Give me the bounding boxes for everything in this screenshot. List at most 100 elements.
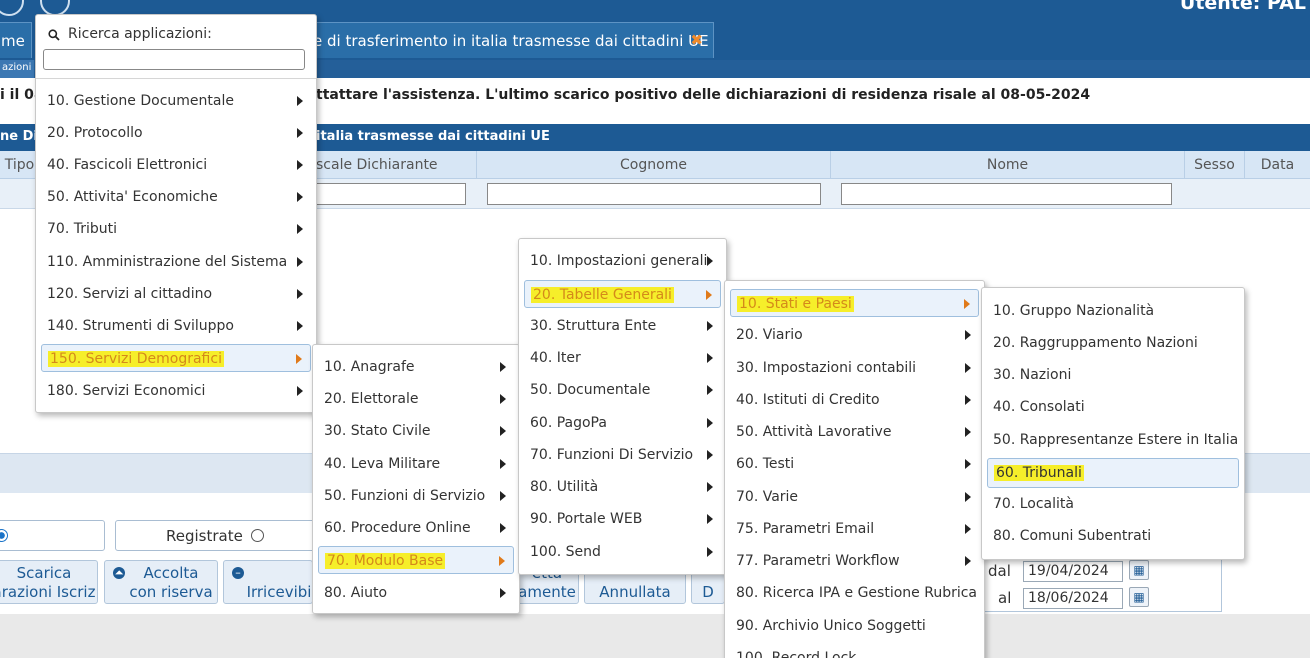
menu-item-label: 40. Iter (530, 350, 581, 366)
close-tab-icon[interactable]: ✖ (690, 31, 703, 49)
tab-home-label: me (1, 32, 25, 50)
radio-unselected-icon[interactable] (251, 529, 264, 542)
date-from-input[interactable]: 19/04/2024 (1023, 561, 1123, 582)
menu-item-iter[interactable]: 40. Iter (524, 344, 721, 372)
menu-item-protocollo[interactable]: 20. Protocollo (41, 119, 311, 147)
submenu-arrow-icon (297, 321, 303, 331)
menu-item-label: 70. Funzioni Di Servizio (530, 447, 694, 463)
filter-nome-input[interactable] (841, 183, 1172, 205)
menu-item-comuni-subentrati[interactable]: 80. Comuni Subentrati (987, 522, 1239, 550)
radio-option-registrate[interactable]: Registrate (115, 520, 325, 551)
date-to-input[interactable]: 18/06/2024 (1023, 588, 1123, 609)
menu-item-impostazioni-generali[interactable]: 10. Impostazioni generali (524, 247, 721, 275)
submenu-arrow-icon (707, 514, 713, 524)
grid-caption-right: italia trasmesse dai cittadini UE (316, 129, 550, 144)
menu-item-servizi-economici[interactable]: 180. Servizi Economici (41, 377, 311, 405)
radio-selected-icon[interactable] (0, 529, 8, 542)
menu-item-raggruppamento-nazioni[interactable]: 20. Raggruppamento Nazioni (987, 329, 1239, 357)
menu-item-label: 150. Servizi Demografici (48, 351, 224, 367)
menu-item-label: 70. Modulo Base (325, 553, 446, 569)
menu-item-aiuto[interactable]: 80. Aiuto (318, 579, 514, 607)
col-cognome[interactable]: Cognome (477, 151, 831, 179)
menu-item-attivita-economiche[interactable]: 50. Attivita' Economiche (41, 183, 311, 211)
menu-item-label: 70. Località (993, 496, 1074, 512)
menu-item-documentale[interactable]: 50. Documentale (524, 376, 721, 404)
menu-item-archivio-unico-soggetti[interactable]: 90. Archivio Unico Soggetti (730, 612, 979, 640)
menu-item-servizi-demografici[interactable]: 150. Servizi Demografici (41, 344, 311, 372)
menu-item-modulo-base[interactable]: 70. Modulo Base (318, 546, 514, 574)
menu-item-label: 110. Amministrazione del Sistema (47, 254, 288, 270)
calendar-icon[interactable]: ▦ (1129, 587, 1149, 607)
search-input[interactable] (43, 49, 305, 70)
menu-item-impostazioni-contabili[interactable]: 30. Impostazioni contabili (730, 354, 979, 382)
breadcrumb[interactable]: azioni (0, 60, 34, 78)
menu-item-istituti-credito[interactable]: 40. Istituti di Credito (730, 386, 979, 414)
menu-item-servizi-cittadino[interactable]: 120. Servizi al cittadino (41, 280, 311, 308)
menu-item-localita[interactable]: 70. Località (987, 490, 1239, 518)
menu-item-anagrafe[interactable]: 10. Anagrafe (318, 353, 514, 381)
menu-item-label: 10. Gestione Documentale (47, 93, 234, 109)
col-tipo[interactable]: Tipo (0, 151, 40, 179)
menu-item-struttura-ente[interactable]: 30. Struttura Ente (524, 312, 721, 340)
tab-home[interactable]: me (0, 22, 32, 58)
radio-option-all[interactable] (0, 520, 105, 551)
accolta-con-riserva-button[interactable]: ⏶ Accolta con riserva (104, 560, 218, 604)
menu-item-ricerca-ipa[interactable]: 80. Ricerca IPA e Gestione Rubrica (730, 579, 979, 607)
menu-item-label: 30. Stato Civile (324, 423, 431, 439)
menu-item-label: 90. Portale WEB (530, 511, 643, 527)
menu-item-funzioni-di-servizio[interactable]: 70. Funzioni Di Servizio (524, 441, 721, 469)
menu-item-tribunali[interactable]: 60. Tribunali (987, 458, 1239, 488)
menu-item-testi[interactable]: 60. Testi (730, 450, 979, 478)
tab-dichiarazioni-trasferimento[interactable]: e di trasferimento in italia trasmesse d… (300, 22, 714, 58)
menu-item-pagopa[interactable]: 60. PagoPa (524, 409, 721, 437)
submenu-arrow-icon (297, 289, 303, 299)
notice-right-text: ttattare l'assistenza. L'ultimo scarico … (316, 87, 1091, 103)
menu-item-viario[interactable]: 20. Viario (730, 321, 979, 349)
calendar-icon[interactable]: ▦ (1129, 560, 1149, 580)
menu-item-leva-militare[interactable]: 40. Leva Militare (318, 450, 514, 478)
home-circle-icon[interactable] (0, 0, 24, 16)
stati-e-paesi-submenu: 10. Gruppo Nazionalità 20. Raggruppament… (981, 287, 1245, 560)
menu-item-tabelle-generali[interactable]: 20. Tabelle Generali (524, 280, 721, 308)
menu-item-funzioni-servizio[interactable]: 50. Funzioni di Servizio (318, 482, 514, 510)
menu-item-amministrazione-sistema[interactable]: 110. Amministrazione del Sistema (41, 248, 311, 276)
menu-item-utilita[interactable]: 80. Utilità (524, 473, 721, 501)
d-line2: D (702, 583, 714, 601)
menu-item-parametri-email[interactable]: 75. Parametri Email (730, 515, 979, 543)
menu-item-tributi[interactable]: 70. Tributi (41, 215, 311, 243)
menu-item-rappresentanze-estere[interactable]: 50. Rappresentanze Estere in Italia (987, 426, 1239, 454)
irricevibile-button[interactable]: – Irricevibi (223, 560, 313, 604)
menu-item-gruppo-nazionalita[interactable]: 10. Gruppo Nazionalità (987, 297, 1239, 325)
menu-divider (36, 78, 316, 79)
scarica-dichiarazioni-button[interactable]: Scarica arazioni Iscriz (0, 560, 98, 604)
app-menu: Ricerca applicazioni: 10. Gestione Docum… (35, 14, 317, 413)
menu-item-portale-web[interactable]: 90. Portale WEB (524, 505, 721, 533)
menu-item-elettorale[interactable]: 20. Elettorale (318, 385, 514, 413)
menu-item-label: 40. Consolati (993, 399, 1085, 415)
menu-item-consolati[interactable]: 40. Consolati (987, 393, 1239, 421)
menu-item-attivita-lavorative[interactable]: 50. Attività Lavorative (730, 418, 979, 446)
menu-item-record-lock[interactable]: 100. Record Lock (730, 644, 979, 658)
menu-item-stato-civile[interactable]: 30. Stato Civile (318, 417, 514, 445)
submenu-arrow-icon (706, 290, 712, 300)
menu-item-procedure-online[interactable]: 60. Procedure Online (318, 514, 514, 542)
submenu-arrow-icon (500, 426, 506, 436)
menu-item-strumenti-sviluppo[interactable]: 140. Strumenti di Sviluppo (41, 312, 311, 340)
filter-cognome-input[interactable] (487, 183, 821, 205)
menu-item-label: 40. Istituti di Credito (736, 392, 880, 408)
menu-item-varie[interactable]: 70. Varie (730, 483, 979, 511)
menu-item-stati-e-paesi[interactable]: 10. Stati e Paesi (730, 289, 979, 317)
menu-item-label: 70. Tributi (47, 221, 117, 237)
col-data[interactable]: Data (1245, 151, 1310, 179)
menu-item-parametri-workflow[interactable]: 77. Parametri Workflow (730, 547, 979, 575)
submenu-arrow-icon (500, 491, 506, 501)
menu-item-gestione-documentale[interactable]: 10. Gestione Documentale (41, 87, 311, 115)
menu-item-fascicoli-elettronici[interactable]: 40. Fascicoli Elettronici (41, 151, 311, 179)
menu-item-send[interactable]: 100. Send (524, 538, 721, 566)
col-sesso[interactable]: Sesso (1185, 151, 1245, 179)
col-nome[interactable]: Nome (831, 151, 1185, 179)
menu-item-label: 60. Tribunali (994, 465, 1084, 481)
submenu-arrow-icon (500, 394, 506, 404)
filter-codice-fiscale-input[interactable] (310, 183, 466, 205)
menu-item-nazioni[interactable]: 30. Nazioni (987, 361, 1239, 389)
